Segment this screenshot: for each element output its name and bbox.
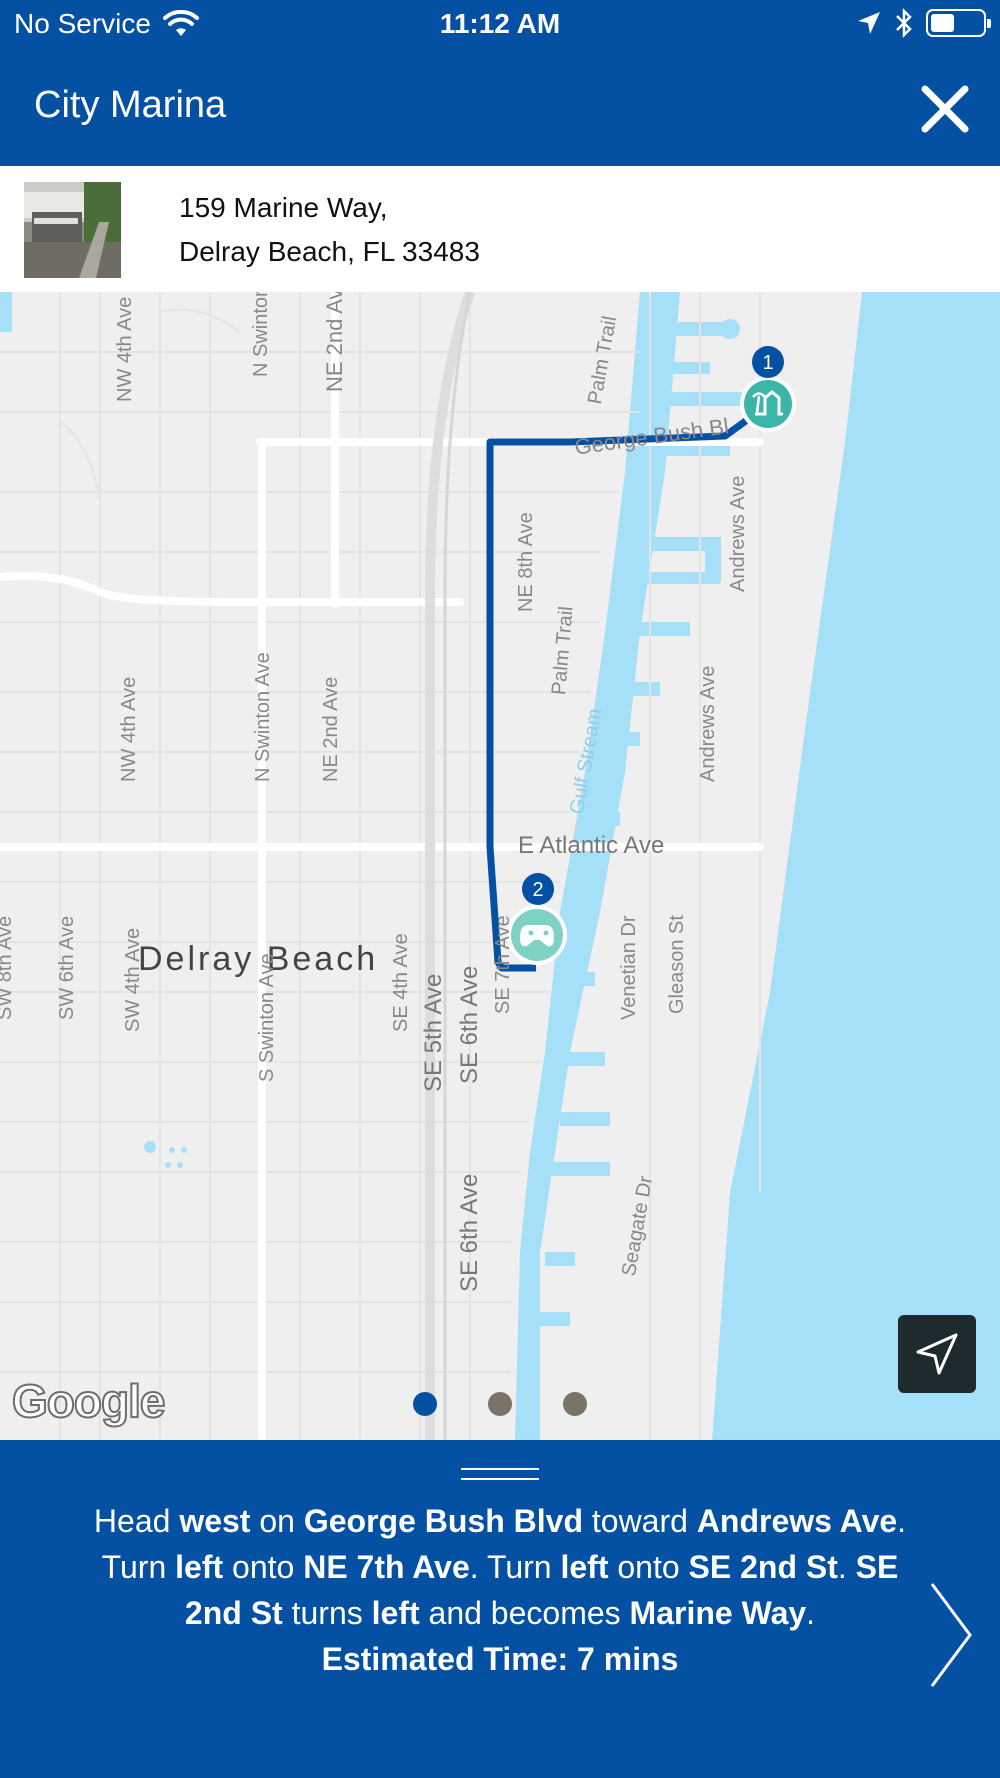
ocean [712,292,1000,1440]
street-label: NE 2nd Ave [322,292,347,392]
page-dot[interactable] [563,1392,587,1416]
street-label: Gleason St [666,915,688,1014]
status-time: 11:12 AM [439,8,561,39]
direction-text: turns [282,1595,372,1631]
battery-level [931,14,954,32]
google-logo: Google [11,1374,166,1428]
street-label: SE 6th Ave [456,965,483,1084]
street-label: SE 7th Ave [492,915,514,1014]
marina-thumbnail [24,182,121,278]
street-label: E Atlantic Ave [518,832,665,859]
address-bar: 159 Marine Way, Delray Beach, FL 33483 [0,166,1000,292]
street-label: Venetian Dr [618,915,640,1020]
location-arrow-icon [858,12,880,34]
direction-keyword: left [560,1549,609,1585]
drag-handle[interactable] [461,1466,539,1484]
page-title: City Marina [34,84,227,126]
direction-text: onto [223,1549,304,1585]
street-label: N Swinton Ave [252,652,274,782]
my-location-button[interactable] [898,1315,976,1393]
direction-text: and becomes [419,1595,630,1631]
direction-keyword: left [175,1549,224,1585]
estimated-time: Estimated Time: 7 mins [321,1641,679,1677]
direction-keyword: left [371,1595,420,1631]
street-label: SE 4th Ave [390,933,412,1032]
street-label: NE 8th Ave [515,512,537,612]
marker-1-number: 1 [762,352,773,374]
address-line2: Delray Beach, FL 33483 [179,236,480,267]
direction-text: onto [608,1549,689,1585]
street-label: Andrews Ave [697,665,719,782]
header: City Marina [0,48,1000,166]
bluetooth-icon [896,8,912,38]
navigation-arrow-icon [916,1333,958,1375]
marker-2-number: 2 [532,879,543,901]
street-label: Andrews Ave [727,475,749,592]
street-label: SE 5th Ave [420,973,447,1092]
direction-keyword: Andrews Ave [696,1503,898,1539]
direction-text: toward [582,1503,697,1539]
street-label: NE 2nd Ave [320,676,342,782]
page-dot[interactable] [488,1392,512,1416]
direction-keyword: Marine Way [629,1595,807,1631]
directions-panel: Head west on George Bush Blvd toward And… [0,1440,1000,1778]
status-right [856,8,991,38]
marker-2[interactable]: 2 [507,873,567,965]
direction-text: . [837,1549,856,1585]
direction-text: on [250,1503,304,1539]
street-label: SE 6th Ave [456,1173,483,1292]
direction-text: Head [93,1503,180,1539]
direction-keyword: west [179,1503,251,1539]
close-icon[interactable] [920,84,970,134]
street-label: NW 4th Ave [114,296,136,402]
direction-steps: Head west on George Bush Blvd toward And… [80,1498,920,1636]
street-label: SW 6th Ave [56,915,78,1020]
chevron-right-icon[interactable] [928,1580,974,1690]
map-view[interactable]: 1 2 Delray Beach E Atlantic Ave NW 4th A… [0,292,1000,1440]
battery-icon [926,9,991,37]
street-label: SW 4th Ave [122,927,144,1032]
direction-keyword: George Bush Blvd [303,1503,583,1539]
intracoastal-waterway [515,292,680,1440]
directions-text: Head west on George Bush Blvd toward And… [80,1498,920,1682]
street-label: NW 4th Ave [118,676,140,782]
street-label: N Swinton Av [250,292,272,377]
street-label: SW 8th Ave [0,915,16,1020]
map-canvas[interactable]: 1 2 [0,292,1000,1440]
page-dot[interactable] [413,1392,437,1416]
address-line1: 159 Marine Way, [179,192,388,223]
direction-keyword: SE 2nd St [688,1549,838,1585]
direction-text: . Turn [469,1549,561,1585]
direction-text: . [806,1595,816,1631]
page-indicator [413,1392,587,1418]
marker-1[interactable]: 1 [740,346,796,432]
address-text: 159 Marine Way, Delray Beach, FL 33483 [179,186,480,274]
street-label: S Swinton Ave [256,953,278,1082]
status-bar: No Service 11:12 AM [0,0,1000,48]
direction-keyword: NE 7th Ave [303,1549,470,1585]
